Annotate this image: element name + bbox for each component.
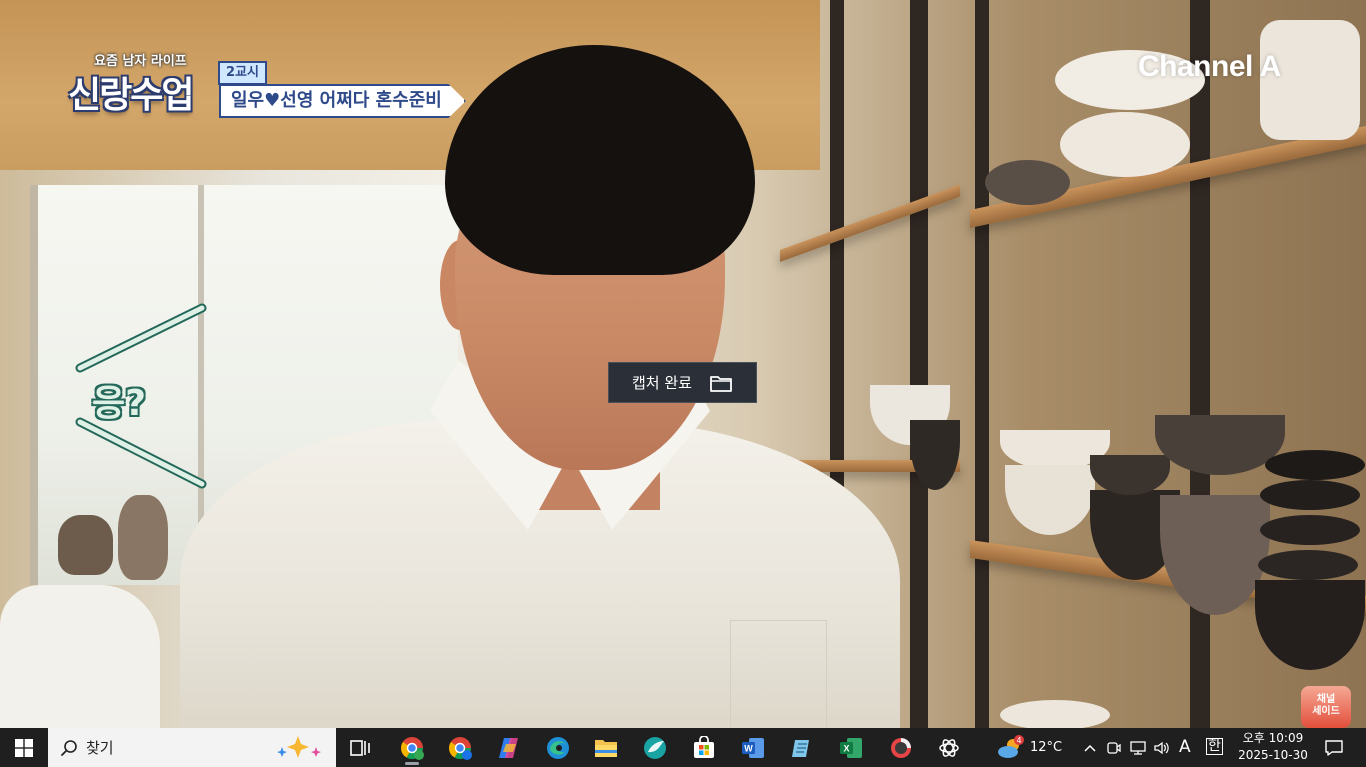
copilot-icon[interactable]	[493, 732, 525, 764]
chatgpt-icon[interactable]	[933, 732, 965, 764]
search-icon	[60, 739, 78, 757]
lesson-title: 일우♥선영 어쩌다 혼수준비	[219, 84, 466, 118]
folder-icon[interactable]	[709, 373, 733, 393]
search-label: 찾기	[86, 739, 114, 757]
svg-text:4: 4	[1016, 736, 1021, 745]
channel-corner-logo: 채널 세이드	[1301, 686, 1351, 728]
taskbar: 찾기 W X 4 12°C A 한 오후 10:09 2025-10-30	[0, 728, 1366, 767]
emote-text: 응?	[92, 383, 147, 424]
show-title: 신랑수업	[68, 75, 194, 116]
file-explorer-icon[interactable]	[590, 732, 622, 764]
background-person	[0, 585, 160, 728]
weather-temperature[interactable]: 12°C	[1030, 740, 1062, 755]
clock-date: 2025-10-30	[1238, 748, 1308, 762]
volume-icon[interactable]	[1152, 732, 1172, 764]
microsoft-store-icon[interactable]	[688, 732, 720, 764]
capture-complete-toast[interactable]: 캡처 완료	[608, 362, 757, 403]
taskbar-search-box[interactable]: 찾기	[48, 728, 336, 767]
edge-icon[interactable]	[542, 732, 574, 764]
media-icon[interactable]	[885, 732, 917, 764]
channel-logo: Channel A	[1138, 50, 1281, 83]
svg-text:W: W	[744, 744, 753, 754]
camera-icon[interactable]	[1104, 732, 1124, 764]
svg-text:X: X	[843, 744, 849, 754]
taskbar-clock[interactable]: 오후 10:09 2025-10-30	[1232, 730, 1314, 764]
word-icon[interactable]: W	[737, 732, 769, 764]
lesson-badge: 2교시	[218, 61, 267, 85]
sparkle-icon	[277, 736, 321, 758]
excel-icon[interactable]: X	[835, 732, 867, 764]
app-icon[interactable]	[639, 732, 671, 764]
chrome-profile-icon[interactable]	[396, 732, 428, 765]
task-view-icon[interactable]	[344, 732, 376, 764]
clock-time: 오후 10:09	[1242, 731, 1304, 745]
network-icon[interactable]	[1128, 732, 1148, 764]
notification-icon[interactable]	[1318, 732, 1350, 764]
ime-language-indicator[interactable]: 한	[1206, 738, 1223, 755]
notepad-icon[interactable]	[786, 732, 818, 764]
toast-label: 캡처 완료	[632, 374, 692, 392]
windows-start-icon[interactable]	[14, 738, 34, 758]
chevron-up-icon[interactable]	[1080, 732, 1100, 764]
ime-mode-indicator[interactable]: A	[1179, 737, 1191, 757]
weather-icon[interactable]: 4	[994, 732, 1026, 764]
chrome-icon[interactable]	[444, 732, 476, 764]
